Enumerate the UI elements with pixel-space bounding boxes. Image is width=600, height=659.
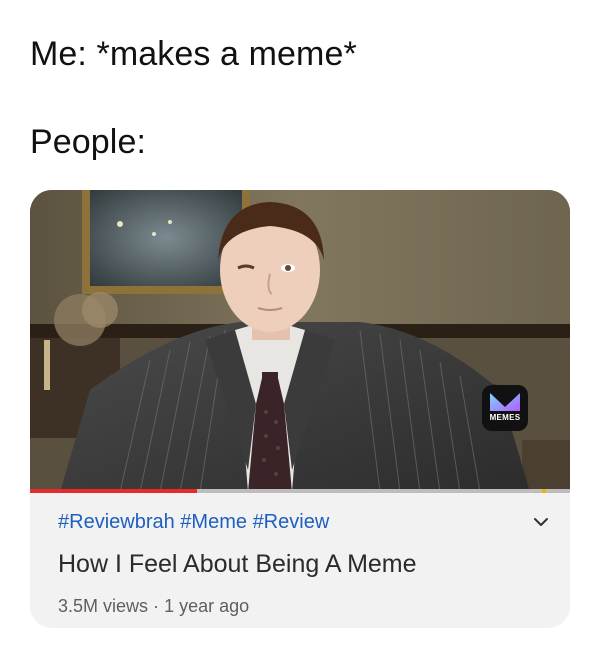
video-thumbnail[interactable]: [30, 190, 570, 492]
candlestick: [44, 340, 50, 390]
memes-logo-text: MEMES: [489, 413, 521, 422]
painting: [90, 190, 242, 286]
tie-knot: [262, 372, 278, 382]
upload-age: 1 year ago: [164, 596, 250, 616]
chevron-down-icon[interactable]: [530, 511, 552, 533]
meme-caption-top: Me: *makes a meme*: [30, 35, 357, 73]
video-title[interactable]: How I Feel About Being A Meme: [58, 548, 417, 580]
stats-separator: ·: [153, 596, 160, 616]
hashtag-reviewbrah[interactable]: #Reviewbrah: [58, 511, 175, 533]
view-count: 3.5M views: [58, 596, 149, 616]
memes-logo-mark: [490, 393, 520, 411]
meme-caption-people: People:: [30, 123, 147, 161]
hashtag-review[interactable]: #Review: [253, 511, 330, 533]
video-stats: 3.5M views · 1 year ago: [58, 595, 249, 617]
memes-logo: MEMES: [482, 385, 528, 431]
hashtag-list: #Reviewbrah #Meme #Review: [58, 509, 329, 535]
video-info: #Reviewbrah #Meme #Review How I Feel Abo…: [30, 493, 570, 628]
hashtag-meme[interactable]: #Meme: [180, 511, 247, 533]
thumbnail-scene: [30, 190, 570, 492]
open-eye: [285, 265, 291, 271]
